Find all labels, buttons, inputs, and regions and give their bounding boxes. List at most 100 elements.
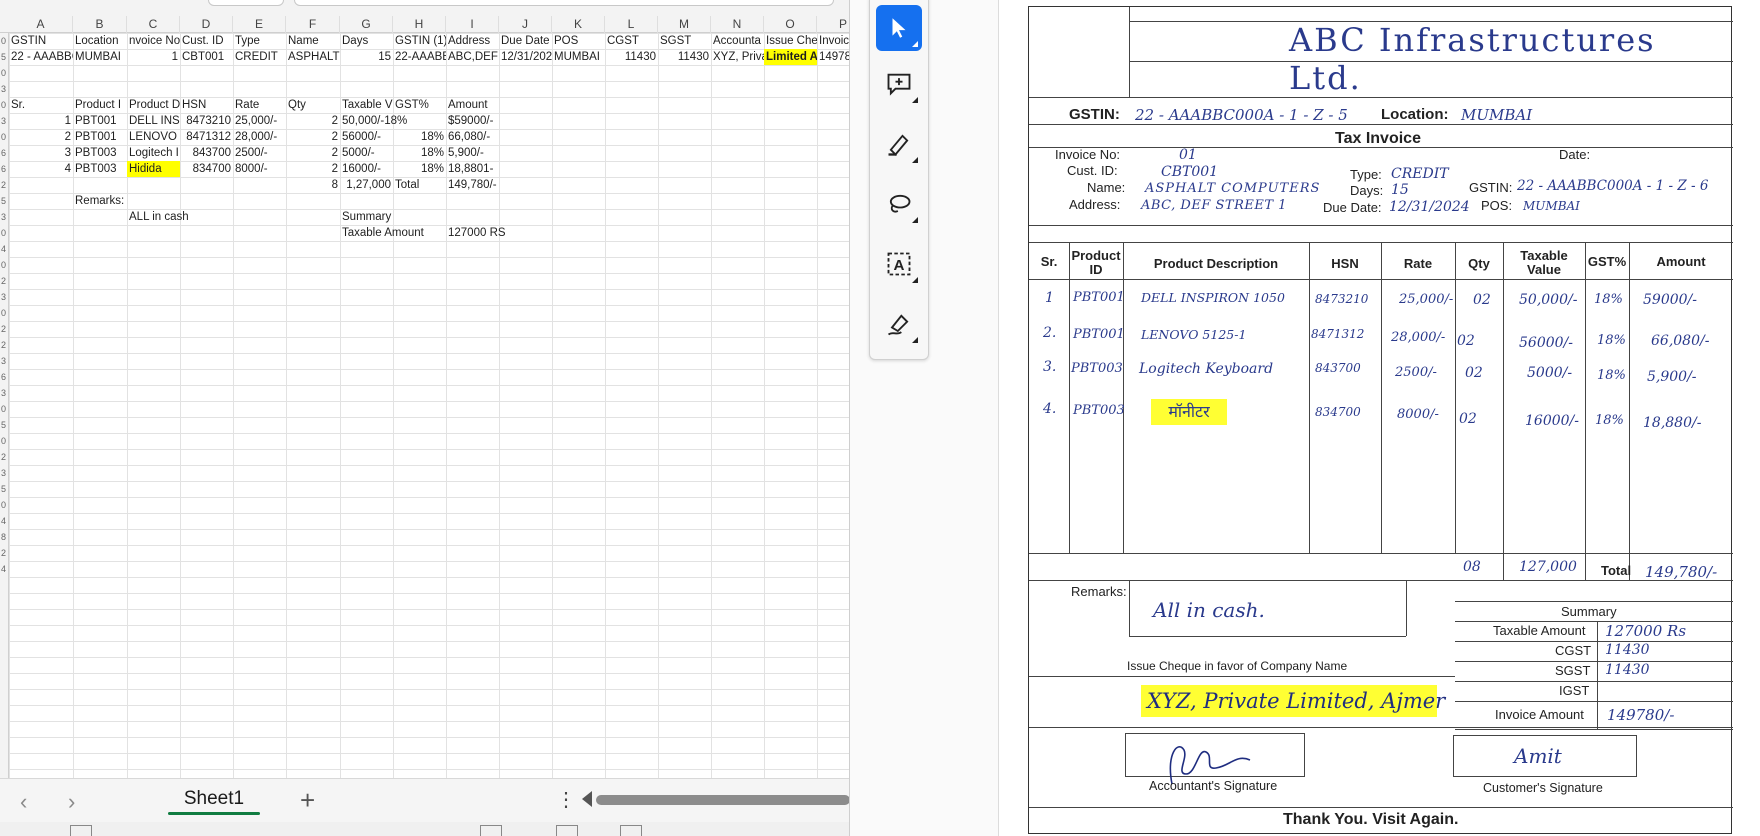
- cell[interactable]: 11430: [605, 49, 658, 65]
- lasso-tool-button[interactable]: [876, 181, 922, 227]
- cell[interactable]: ABC,DEF S: [446, 49, 499, 65]
- cell[interactable]: PBT001: [73, 113, 127, 129]
- cell[interactable]: CBT001: [180, 49, 233, 65]
- cell[interactable]: 8473210: [180, 113, 233, 129]
- cell[interactable]: 8471312: [180, 129, 233, 145]
- cell[interactable]: 127000 RS: [446, 225, 552, 241]
- row-number[interactable]: 6: [0, 372, 9, 382]
- cell[interactable]: Rate: [233, 97, 286, 113]
- cell[interactable]: CGST: [605, 33, 658, 49]
- cell[interactable]: Address: [446, 33, 499, 49]
- column-header[interactable]: E: [233, 16, 286, 33]
- cell[interactable]: GSTIN (1): [393, 33, 446, 49]
- cell[interactable]: 2: [9, 129, 73, 145]
- cell[interactable]: 5,900/-: [446, 145, 499, 161]
- cell[interactable]: 11430: [658, 49, 711, 65]
- cell[interactable]: 2500/-: [233, 145, 286, 161]
- row-number[interactable]: 0: [0, 436, 9, 446]
- cell[interactable]: Summary: [340, 209, 393, 225]
- cell[interactable]: GSTIN: [9, 33, 73, 49]
- highlight-tool-button[interactable]: [876, 121, 922, 167]
- cell[interactable]: Issue Che: [764, 33, 817, 49]
- cell[interactable]: 834700: [180, 161, 233, 177]
- more-options-icon[interactable]: ⋮: [556, 787, 576, 812]
- column-header[interactable]: D: [180, 16, 233, 33]
- cell[interactable]: Amount: [446, 97, 499, 113]
- cell[interactable]: 15: [340, 49, 393, 65]
- cell[interactable]: 18,8801-: [446, 161, 499, 177]
- row-number[interactable]: 3: [0, 84, 9, 94]
- column-header[interactable]: G: [340, 16, 393, 33]
- cell[interactable]: ALL in cash: [127, 209, 233, 225]
- cell[interactable]: Logitech I: [127, 145, 180, 161]
- row-number[interactable]: 3: [0, 212, 9, 222]
- row-number[interactable]: 2: [0, 180, 9, 190]
- cell[interactable]: 2: [286, 145, 340, 161]
- cell[interactable]: Qty: [286, 97, 340, 113]
- row-number[interactable]: 0: [0, 36, 9, 46]
- cell[interactable]: Taxable V: [340, 97, 393, 113]
- column-header[interactable]: C: [127, 16, 180, 33]
- column-header[interactable]: K: [552, 16, 605, 33]
- row-number[interactable]: 0: [0, 100, 9, 110]
- add-comment-tool-button[interactable]: [876, 61, 922, 107]
- cell[interactable]: Sr.: [9, 97, 73, 113]
- column-header[interactable]: J: [499, 16, 552, 33]
- cell-highlighted[interactable]: Hidida: [127, 161, 180, 177]
- row-number[interactable]: 0: [0, 500, 9, 510]
- cell[interactable]: Due Date: [499, 33, 552, 49]
- scroll-left-icon[interactable]: [582, 791, 592, 807]
- cell[interactable]: CREDIT: [233, 49, 286, 65]
- row-number[interactable]: 5: [0, 420, 9, 430]
- cell[interactable]: 18%: [393, 145, 446, 161]
- cell[interactable]: DELL INS I: [127, 113, 180, 129]
- column-header[interactable]: N: [711, 16, 764, 33]
- cell[interactable]: 22 - AAABBC: [9, 49, 73, 65]
- cell[interactable]: POS: [552, 33, 605, 49]
- text-recognition-tool-button[interactable]: A: [876, 241, 922, 287]
- normal-view-icon[interactable]: [480, 825, 502, 836]
- cell[interactable]: MUMBAI: [73, 49, 127, 65]
- column-header[interactable]: L: [605, 16, 658, 33]
- cell[interactable]: LENOVO 5: [127, 129, 180, 145]
- row-number[interactable]: 8: [0, 532, 9, 542]
- cell-highlighted[interactable]: Limited Ai: [764, 49, 817, 65]
- cell[interactable]: 18%: [393, 129, 446, 145]
- column-header[interactable]: I: [446, 16, 499, 33]
- cell[interactable]: 1: [127, 49, 180, 65]
- add-sheet-button[interactable]: +: [300, 785, 315, 816]
- column-header[interactable]: O: [764, 16, 817, 33]
- select-tool-button[interactable]: [876, 5, 922, 51]
- cell[interactable]: 12/31/202: [499, 49, 552, 65]
- cell[interactable]: Invoic: [817, 33, 849, 49]
- row-number[interactable]: 4: [0, 516, 9, 526]
- cell[interactable]: 2: [286, 129, 340, 145]
- cell[interactable]: 2: [286, 161, 340, 177]
- row-number[interactable]: 2: [0, 452, 9, 462]
- cell[interactable]: Remarks:: [73, 193, 127, 209]
- row-number[interactable]: 3: [0, 356, 9, 366]
- row-number[interactable]: 2: [0, 324, 9, 334]
- sign-tool-button[interactable]: [876, 301, 922, 347]
- row-number[interactable]: 0: [0, 132, 9, 142]
- cell[interactable]: Cust. ID: [180, 33, 233, 49]
- cell[interactable]: Name: [286, 33, 340, 49]
- cell[interactable]: 18%: [393, 161, 446, 177]
- row-number[interactable]: 2: [0, 548, 9, 558]
- row-number[interactable]: 0: [0, 404, 9, 414]
- cell[interactable]: 5000/-: [340, 145, 393, 161]
- row-number[interactable]: 3: [0, 292, 9, 302]
- previous-sheet-button[interactable]: ‹: [20, 789, 27, 815]
- cell[interactable]: Type: [233, 33, 286, 49]
- cell[interactable]: nvoice No: [127, 33, 180, 49]
- page-break-icon[interactable]: [620, 825, 642, 836]
- row-number[interactable]: 4: [0, 244, 9, 254]
- cell[interactable]: SGST: [658, 33, 711, 49]
- cell[interactable]: 1: [9, 113, 73, 129]
- tab-sheet1[interactable]: Sheet1: [160, 779, 268, 819]
- row-number[interactable]: 3: [0, 468, 9, 478]
- cell[interactable]: 22-AAABB: [393, 49, 446, 65]
- row-number[interactable]: 2: [0, 340, 9, 350]
- row-number[interactable]: 3: [0, 388, 9, 398]
- cell[interactable]: Accounta: [711, 33, 764, 49]
